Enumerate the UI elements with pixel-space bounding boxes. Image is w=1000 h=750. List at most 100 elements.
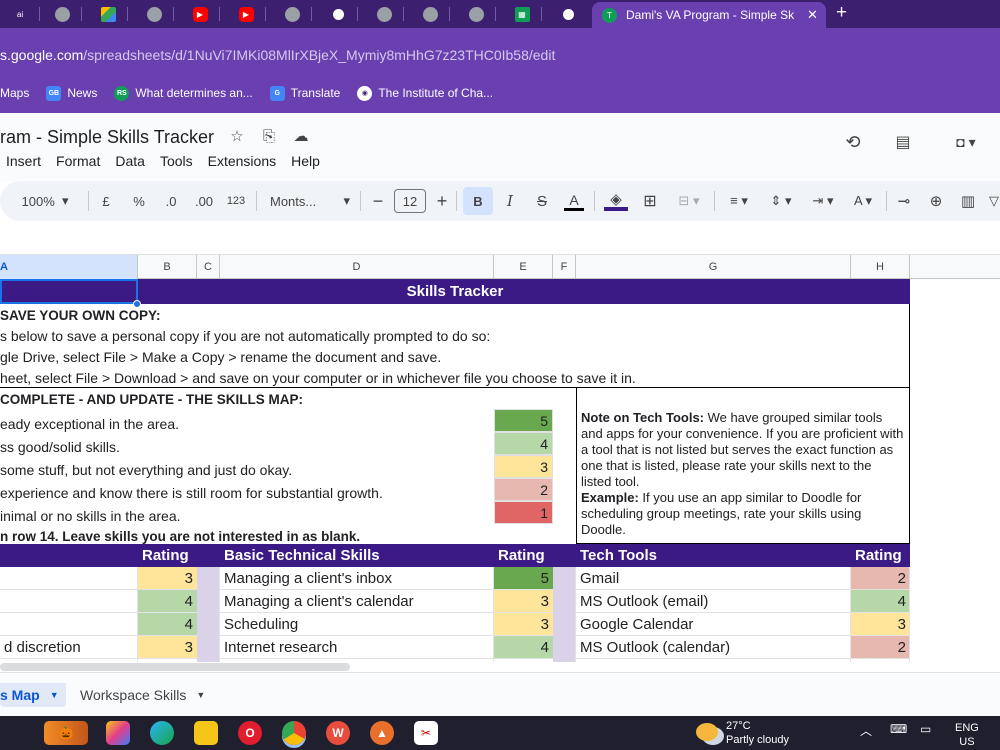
legend-value-2[interactable]: 2 [494,478,553,501]
table-row-2-rating-b[interactable]: 4 [138,590,197,613]
tab-drive[interactable] [88,3,128,25]
table-row-1-a[interactable] [0,567,138,590]
tab-7[interactable] [272,3,312,25]
meet-icon[interactable]: ◘ ▾ [944,131,988,153]
tab-9[interactable] [364,3,404,25]
table-row-4-tool[interactable]: MS Outlook (calendar) [576,636,851,659]
chrome-icon[interactable] [282,721,306,745]
table-row-1-basic[interactable]: Managing a client's inbox [220,567,494,590]
decrease-decimal-button[interactable]: .0 [160,191,182,211]
legend-value-1[interactable]: 1 [494,501,553,524]
tab-active-skills-tracker[interactable]: T Dami's VA Program - Simple Sk ✕ [592,2,826,28]
display-icon[interactable]: ▭ [920,722,931,736]
table-row-1-tool[interactable]: Gmail [576,567,851,590]
table-row-4-rating-e[interactable]: 4 [494,636,553,659]
language-indicator[interactable]: ENG US [955,721,979,749]
font-size-input[interactable]: 12 [394,189,426,213]
save-line-1[interactable]: s below to save a personal copy if you a… [0,326,490,346]
table-row-3-a[interactable] [0,613,138,636]
table-row-3-rating-e[interactable]: 3 [494,613,553,636]
col-header-g[interactable]: G [576,255,851,279]
strikethrough-button[interactable]: S [532,191,552,211]
table-row-1-rating-b[interactable]: 3 [138,567,197,590]
col-header-d[interactable]: D [220,255,494,279]
increase-font-size-button[interactable]: + [434,191,450,211]
close-tab-icon[interactable]: ✕ [807,7,818,23]
insert-comment-icon[interactable]: ⊕ [926,191,946,211]
table-row-2-basic[interactable]: Managing a client's calendar [220,590,494,613]
sheet-tab-workspace-skills[interactable]: Workspace Skills ▼ [80,683,205,707]
wps-icon[interactable]: W [326,721,350,745]
increase-decimal-button[interactable]: .00 [192,191,216,211]
legend-text-4[interactable]: ss good/solid skills. [0,435,120,458]
chevron-up-icon[interactable]: ︿ [860,722,872,739]
menu-tools[interactable]: Tools [160,153,193,169]
tab-10[interactable] [410,3,450,25]
zoom-select[interactable]: 100% ▾ [14,191,76,211]
text-color-button[interactable]: A [564,191,584,211]
pumpkins-widget-icon[interactable]: 🎃 [44,721,88,745]
vertical-align-icon[interactable]: ⇕ ▾ [764,191,798,211]
text-wrap-icon[interactable]: ⇥ ▾ [806,191,840,211]
tab-chatgpt-2[interactable] [548,3,588,25]
menu-insert[interactable]: Insert [6,153,41,169]
save-line-2[interactable]: gle Drive, select File > Make a Copy > r… [0,347,441,367]
selected-cell-a1[interactable] [0,279,138,304]
tab-ai[interactable]: ai [0,3,40,25]
col-header-h[interactable]: H [851,255,910,279]
table-row-3-basic[interactable]: Scheduling [220,613,494,636]
table-row-3-tool[interactable]: Google Calendar [576,613,851,636]
url-text[interactable]: s.google.com/spreadsheets/d/1NuVi7IMKi08… [0,47,555,63]
tab-2[interactable] [42,3,82,25]
number-format-button[interactable]: 123 [224,191,248,211]
legend-text-3[interactable]: some stuff, but not everything and just … [0,458,292,481]
keyboard-icon[interactable]: ⌨ [890,722,907,736]
borders-icon[interactable]: ⊞ [640,191,660,211]
header-f[interactable] [553,544,576,567]
horizontal-align-icon[interactable]: ≡ ▾ [722,191,756,211]
font-family-select[interactable]: Monts... ▾ [270,191,350,211]
filter-icon[interactable]: ▽ [988,191,1000,211]
legend-value-5[interactable]: 5 [494,409,553,432]
tab-4[interactable] [134,3,174,25]
menu-format[interactable]: Format [56,153,100,169]
copilot-icon[interactable] [106,721,130,745]
menu-data[interactable]: Data [115,153,145,169]
row14-note[interactable]: n row 14. Leave skills you are not inter… [0,527,360,545]
tab-sheets[interactable]: ▦ [502,3,542,25]
table-row-3-rating-b[interactable]: 4 [138,613,197,636]
table-row-4-rating-b[interactable]: 3 [138,636,197,659]
bold-button[interactable]: B [463,187,493,215]
col-header-f[interactable]: F [553,255,576,279]
fill-color-icon[interactable]: ◈ [604,191,628,211]
legend-text-2[interactable]: experience and know there is still room … [0,481,383,504]
star-icon[interactable]: ☆ [228,127,246,145]
menu-extensions[interactable]: Extensions [208,153,276,169]
table-row-2-rating-h[interactable]: 4 [851,590,910,613]
legend-text-5[interactable]: eady exceptional in the area. [0,412,179,435]
tab-chatgpt-1[interactable] [318,3,358,25]
edge-icon[interactable] [150,721,174,745]
complete-heading[interactable]: COMPLETE - AND UPDATE - THE SKILLS MAP: [0,389,303,409]
file-explorer-icon[interactable] [194,721,218,745]
header-tech-tools[interactable]: Tech Tools [576,544,851,567]
header-basic-skills[interactable]: Basic Technical Skills [220,544,494,567]
table-row-2-a[interactable] [0,590,138,613]
decrease-font-size-button[interactable]: − [370,191,386,211]
tab-youtube-2[interactable]: ▶ [226,3,266,25]
tab-youtube-1[interactable]: ▶ [180,3,220,25]
spreadsheet-grid[interactable]: Skills Tracker SAVE YOUR OWN COPY: s bel… [0,279,1000,662]
col-header-b[interactable]: B [138,255,197,279]
legend-value-4[interactable]: 4 [494,432,553,455]
sheet-tab-skills-map[interactable]: s Map ▼ [0,683,66,707]
legend-text-1[interactable]: inimal or no skills in the area. [0,504,181,527]
col-header-c[interactable]: C [197,255,220,279]
new-tab-button[interactable]: + [836,2,847,24]
bookmark-maps[interactable]: Maps [0,86,29,100]
col-header-e[interactable]: E [494,255,553,279]
bookmark-what-determines[interactable]: RS What determines an... [114,85,253,101]
table-row-2-tool[interactable]: MS Outlook (email) [576,590,851,613]
legend-value-3[interactable]: 3 [494,455,553,478]
save-line-3[interactable]: heet, select File > Download > and save … [0,368,636,388]
menu-help[interactable]: Help [291,153,320,169]
